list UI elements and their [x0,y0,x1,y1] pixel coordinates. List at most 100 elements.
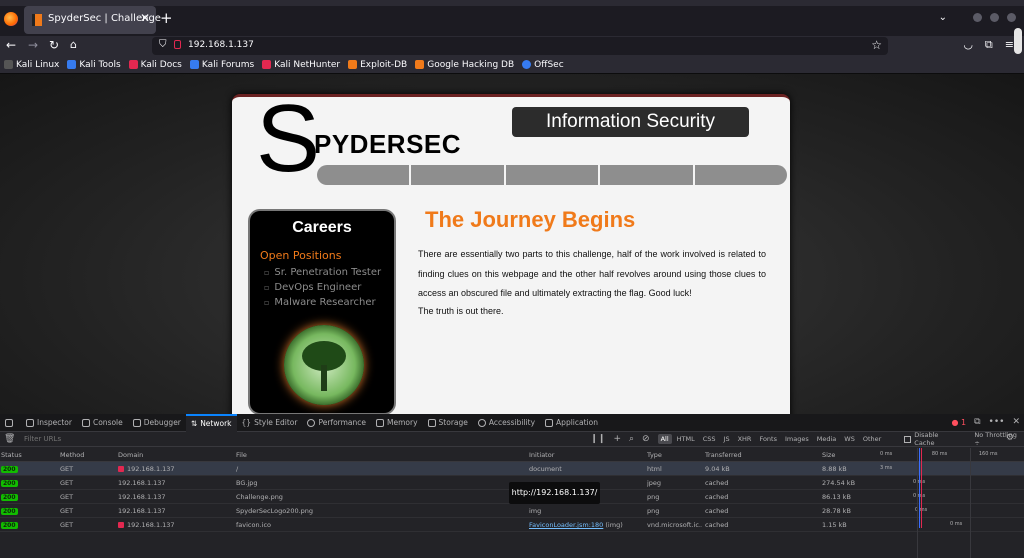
nav-menu-item[interactable] [694,165,788,185]
status-badge: 200 [1,466,18,473]
request-type: png [647,507,660,515]
close-window-button[interactable] [1007,13,1016,22]
column-method[interactable]: Method [60,451,115,459]
new-tab-button[interactable]: + [160,9,173,27]
trash-icon[interactable]: 🗑 [4,434,15,444]
filter-fonts[interactable]: Fonts [756,434,780,444]
tab-memory[interactable]: Memory [371,414,423,432]
column-type[interactable]: Type [647,451,702,459]
table-header: Status Method Domain File Initiator Type… [0,448,1024,462]
bookmark-kali-docs[interactable]: Kali Docs [128,60,182,70]
filter-ws[interactable]: WS [841,434,858,444]
filter-media[interactable]: Media [814,434,840,444]
pocket-icon[interactable]: ◡ [963,38,973,52]
bookmark-kali-linux[interactable]: Kali Linux [4,60,59,70]
back-icon[interactable]: ← [6,38,16,52]
filter-other[interactable]: Other [860,434,884,444]
tab-style-editor[interactable]: {} Style Editor [237,414,303,432]
close-tab-icon[interactable]: ✕ [140,11,150,25]
filter-js[interactable]: JS [721,434,733,444]
add-icon[interactable]: + [613,434,621,444]
bookmark-star-icon[interactable]: ☆ [871,38,882,52]
tab-debugger[interactable]: Debugger [128,414,186,432]
tab-network[interactable]: ⇅ Network [185,413,237,432]
table-row[interactable]: 200 GET 192.168.1.137 favicon.ico Favico… [0,518,1024,532]
bookmark-kali-tools[interactable]: Kali Tools [67,60,121,70]
extensions-icon[interactable]: ⧉ [985,38,993,52]
initiator-link[interactable]: FaviconLoader.jsm:180 [529,521,603,529]
request-transferred: cached [705,521,729,529]
tab-accessibility[interactable]: Accessibility [473,414,540,432]
column-initiator[interactable]: Initiator [529,451,644,459]
throttling-select[interactable]: No Throttling ÷ [974,431,1024,447]
filter-xhr[interactable]: XHR [735,434,755,444]
filter-urls-input[interactable]: Filter URLs [24,435,590,443]
list-tabs-chevron-icon[interactable]: ⌄ [939,12,947,23]
devtools-tabbar: Inspector Console Debugger ⇅ Network {} St… [0,413,1024,432]
tab-performance[interactable]: Performance [302,414,371,432]
careers-panel: Careers Open Positions Sr. Penetration T… [248,209,396,414]
insecure-lock-icon[interactable] [174,40,181,49]
nav-menu-item[interactable] [317,165,410,185]
error-count[interactable]: ● 1 [951,418,966,427]
close-devtools-icon[interactable]: ✕ [1012,417,1020,427]
nav-menu-item[interactable] [411,165,504,185]
pause-icon[interactable]: ❙❙ [590,434,605,444]
filter-css[interactable]: CSS [700,434,719,444]
scrollbar-thumb[interactable] [1014,28,1022,54]
request-method: GET [60,493,74,501]
bookmarks-toolbar: Kali Linux Kali Tools Kali Docs Kali For… [0,56,1024,74]
bookmark-exploit-db[interactable]: Exploit-DB [348,60,407,70]
column-domain[interactable]: Domain [118,451,233,459]
reload-icon[interactable]: ↻ [49,38,59,52]
tab-inspector[interactable]: Inspector [21,414,77,432]
maximize-button[interactable] [990,13,999,22]
filter-images[interactable]: Images [782,434,812,444]
column-file[interactable]: File [236,451,526,459]
tab-spydersec[interactable]: SpyderSec | Challenge ✕ [24,6,161,34]
nav-menu-item[interactable] [600,165,693,185]
insecure-domain-icon [118,522,124,528]
url-text[interactable]: 192.168.1.137 [188,40,254,50]
column-transferred[interactable]: Transferred [705,451,817,459]
bookmark-kali-forums[interactable]: Kali Forums [189,60,254,70]
tab-storage[interactable]: Storage [423,414,473,432]
firefox-icon[interactable] [4,12,18,26]
settings-gear-icon[interactable]: ⚙ [1006,433,1014,443]
menu-icon[interactable]: ≡ [1005,38,1014,52]
status-badge: 200 [1,494,18,501]
url-bar[interactable]: ⛉ 192.168.1.137 ☆ [152,37,888,55]
table-row[interactable]: 200 GET 192.168.1.137 SpyderSecLogo200.p… [0,504,1024,518]
disable-cache-checkbox[interactable]: Disable Cache [904,431,960,447]
window-controls: ⌄ [939,12,1016,23]
position-item: Sr. Penetration Tester [264,265,381,280]
request-method: GET [60,507,74,515]
filter-html[interactable]: HTML [674,434,698,444]
bookmark-offsec[interactable]: OffSec [522,60,564,70]
pick-element-icon[interactable] [0,414,21,432]
waterfall-timing: 0 ms [913,493,925,499]
network-arrows-icon: ⇅ [190,419,198,428]
dock-icon[interactable]: ⧉ [974,417,980,427]
nav-menu-item[interactable] [505,165,599,185]
bookmark-google-hacking-db[interactable]: Google Hacking DB [415,60,514,70]
column-status[interactable]: Status [1,451,56,459]
bookmark-kali-nethunter[interactable]: Kali NetHunter [262,60,340,70]
forward-icon[interactable]: → [28,38,38,52]
column-size[interactable]: Size [822,451,877,459]
tab-console[interactable]: Console [77,414,128,432]
column-waterfall[interactable]: 0 ms 80 ms 160 ms [880,451,1024,457]
more-options-icon[interactable]: ••• [989,417,1005,427]
request-size: 8.88 kB [822,465,847,473]
table-row[interactable]: 200 GET 192.168.1.137 / document html 9.… [0,462,1024,476]
filter-all[interactable]: All [657,434,672,444]
request-file: SpyderSecLogo200.png [236,507,314,515]
open-positions-link[interactable]: Open Positions [260,249,341,262]
tab-application[interactable]: Application [540,414,603,432]
tracking-shield-icon[interactable]: ⛉ [159,39,167,50]
search-icon[interactable]: ⌕ [629,434,634,444]
block-icon[interactable]: ⊘ [642,434,650,444]
minimize-button[interactable] [973,13,982,22]
home-icon[interactable]: ⌂ [70,38,77,51]
taskbar-strip [0,0,1024,6]
